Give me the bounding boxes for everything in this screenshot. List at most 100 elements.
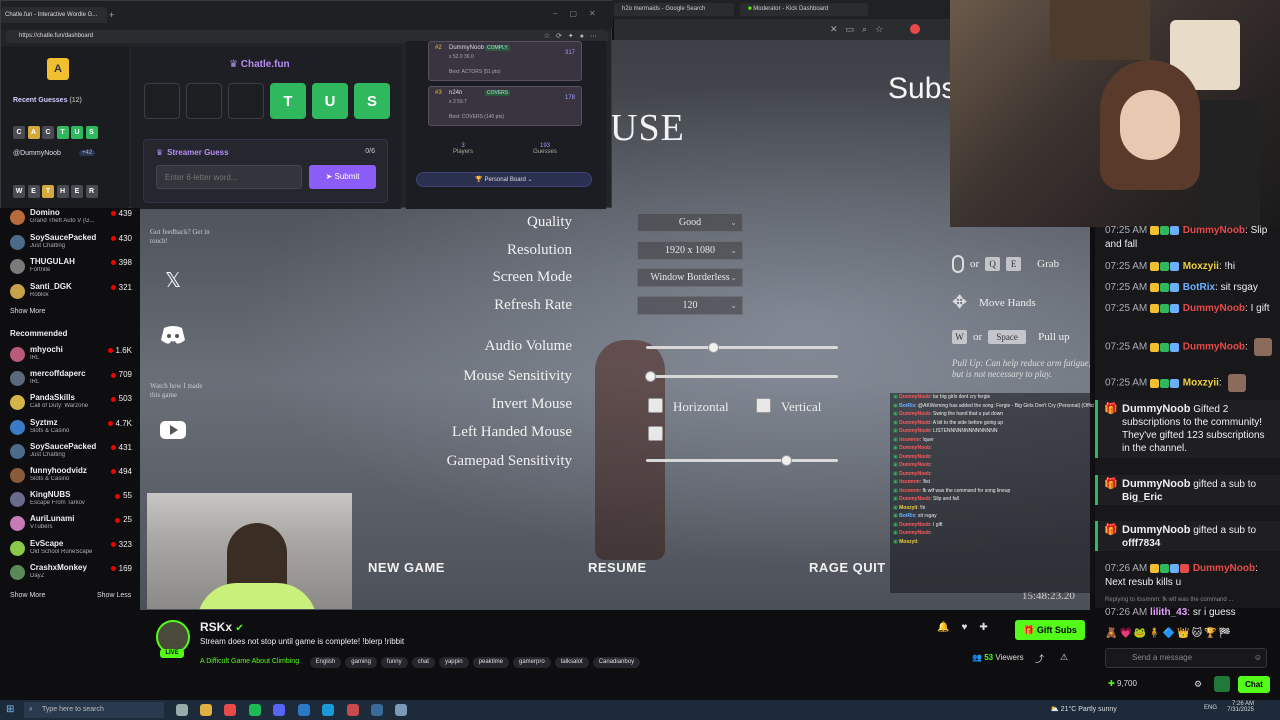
- event-username[interactable]: DummyNoob: [1122, 478, 1190, 490]
- sidebar-channel[interactable]: KingNUBS Escape From Tarkov 55: [10, 490, 136, 512]
- chat-input[interactable]: Send a message ☺: [1105, 648, 1267, 668]
- stream-tag[interactable]: yappin: [438, 657, 469, 668]
- app-icon-2[interactable]: [395, 704, 407, 716]
- kick-logo-icon[interactable]: [1214, 676, 1230, 692]
- event-username[interactable]: DummyNoob: [1122, 403, 1190, 415]
- sidebar-channel[interactable]: funnyhoodvidz Slots & Casino 494: [10, 466, 136, 488]
- chat-username[interactable]: DummyNoob: [1180, 225, 1245, 236]
- rage-quit-button[interactable]: RAGE QUIT: [809, 560, 886, 575]
- share-icon[interactable]: ⤴: [1035, 652, 1044, 665]
- invert-vertical-checkbox[interactable]: [756, 398, 771, 413]
- resume-button[interactable]: RESUME: [588, 560, 647, 575]
- show-more-link[interactable]: Show More: [10, 308, 45, 315]
- emote-bar[interactable]: 🧸💗🐸🧍🔷👑🐱🏆🏁: [1105, 628, 1233, 639]
- event-username[interactable]: DummyNoob: [1122, 524, 1190, 536]
- stream-tag[interactable]: talksalot: [554, 657, 589, 668]
- sidebar-channel[interactable]: Domino Grand Theft Auto V (G... 439: [10, 208, 136, 230]
- screen-mode-select[interactable]: Window Borderless ⌄: [637, 268, 743, 287]
- stream-tag[interactable]: peaktime: [472, 657, 509, 668]
- app-icon[interactable]: [298, 704, 310, 716]
- chat-username[interactable]: DummyNoob: [1180, 342, 1245, 353]
- chat-username[interactable]: Moxzyii: [1180, 261, 1219, 272]
- file-explorer-icon[interactable]: [200, 704, 212, 716]
- gamepad-sensitivity-slider[interactable]: [646, 455, 838, 466]
- obs-icon[interactable]: [347, 704, 359, 716]
- stream-tag[interactable]: Canadianboy: [592, 657, 641, 668]
- event-target[interactable]: offf7834: [1122, 538, 1160, 549]
- sidebar-channel[interactable]: CrashxMonkey DayZ 169: [10, 563, 136, 585]
- submit-button[interactable]: ➤ Submit: [309, 165, 376, 189]
- event-target[interactable]: Big_Eric: [1122, 492, 1163, 503]
- taskbar-search[interactable]: ⌕ Type here to search: [24, 702, 164, 718]
- clock[interactable]: 7:26 AM 7/31/2025: [1226, 701, 1254, 713]
- stream-tag[interactable]: chat: [411, 657, 435, 668]
- chat-username[interactable]: DummyNoob: [1180, 303, 1245, 314]
- sidebar-channel[interactable]: EvScape Old School RuneScape 323: [10, 539, 136, 561]
- sidebar-channel[interactable]: THUGULAH Fortnite 398: [10, 257, 136, 279]
- chat-send-button[interactable]: Chat: [1238, 676, 1270, 693]
- x-social-icon[interactable]: 𝕏: [158, 265, 188, 295]
- sidebar-channel[interactable]: Santi_DGK Roblox 321: [10, 282, 136, 304]
- mouse-sensitivity-slider[interactable]: [644, 371, 838, 382]
- streamer-name[interactable]: RSKx ✔: [200, 620, 244, 634]
- slider-knob[interactable]: [644, 371, 656, 382]
- discord-icon[interactable]: [158, 320, 188, 350]
- tab-kick-dashboard[interactable]: ■ Moderator - Kick Dashboard: [740, 3, 868, 16]
- sidebar-channel[interactable]: mhyochi IRL 1.6K: [10, 345, 136, 367]
- profile-icon[interactable]: [910, 24, 920, 34]
- leaderboard-badge: COVERS: [485, 90, 511, 96]
- emoji-icon[interactable]: ☺: [1254, 649, 1262, 667]
- show-more-link-2[interactable]: Show More: [10, 592, 45, 599]
- stream-category[interactable]: A Difficult Game About Climbing: [200, 658, 299, 665]
- channel-game: Roblox: [30, 291, 49, 298]
- leaderboard-name: DummyNoob: [449, 45, 485, 51]
- chat-username[interactable]: BotRix: [1180, 282, 1215, 293]
- spotify-icon[interactable]: [249, 704, 261, 716]
- audio-volume-slider[interactable]: [646, 342, 838, 353]
- overlay-chat-line: ▣ DummyNoob:: [890, 444, 1094, 453]
- weather-widget[interactable]: ⛅ 21°C Partly sunny: [1050, 705, 1117, 713]
- quality-select[interactable]: Good ⌄: [637, 213, 743, 232]
- sidebar-channel[interactable]: SoySaucePacked Just Chatting 430: [10, 233, 136, 255]
- stream-tag[interactable]: gaming: [345, 657, 377, 668]
- tab-chatle[interactable]: Chatle.fun - Interactive Wordle G...: [1, 7, 107, 23]
- chat-username[interactable]: Moxzyii: [1180, 378, 1219, 389]
- leaderboard-entry[interactable]: #2 DummyNoob COMPLY x 52.0 36.0 317 Best: ACT…: [428, 41, 582, 81]
- settings-gear-icon[interactable]: ⚙: [1194, 679, 1202, 690]
- browser-icon[interactable]: [224, 704, 236, 716]
- channel-name: Syztmz: [30, 417, 58, 427]
- leaderboard-entry[interactable]: #3 n24n COVERS x 3 59.7 178 Best: COVERS (140…: [428, 86, 582, 126]
- stream-tag[interactable]: funny: [380, 657, 408, 668]
- refresh-rate-select[interactable]: 120 ⌄: [637, 296, 743, 315]
- youtube-icon[interactable]: [158, 415, 188, 445]
- stream-tag[interactable]: English: [309, 657, 342, 668]
- left-handed-checkbox[interactable]: [648, 426, 663, 441]
- sidebar-channel[interactable]: Syztmz Slots & Casino 4.7K: [10, 418, 136, 440]
- language-indicator[interactable]: ENG: [1204, 705, 1217, 711]
- personal-board-button[interactable]: 🏆 Personal Board ⌄: [416, 172, 592, 187]
- show-less-link[interactable]: Show Less: [97, 592, 131, 599]
- chat-message: 07:25 AM DummyNoob: Slip and fall: [1105, 224, 1275, 252]
- action-icons[interactable]: 🔔♥✚: [937, 622, 1000, 633]
- discord-taskbar-icon[interactable]: [273, 704, 285, 716]
- edge-icon[interactable]: [322, 704, 334, 716]
- guess-input[interactable]: [156, 165, 302, 189]
- sidebar-channel[interactable]: SoySaucePacked Just Chatting 431: [10, 442, 136, 464]
- sidebar-channel[interactable]: PandaSkills Call of Duty: Warzone 503: [10, 393, 136, 415]
- report-icon[interactable]: ⚠: [1060, 652, 1068, 663]
- sidebar-channel[interactable]: mercoffdaperc IRL 709: [10, 369, 136, 391]
- stream-tag[interactable]: gamerpro: [513, 657, 551, 668]
- channel-points[interactable]: ✚ 9,700: [1108, 679, 1137, 688]
- windows-start-icon[interactable]: ⊞: [6, 704, 14, 715]
- window-controls[interactable]: –▢✕: [553, 9, 608, 18]
- sidebar-channel[interactable]: AuriLunami VTubers 25: [10, 514, 136, 536]
- gift-subs-button[interactable]: 🎁 Gift Subs: [1015, 620, 1085, 640]
- steam-icon[interactable]: [371, 704, 383, 716]
- tab-google-search[interactable]: h2o mermaids - Google Search: [614, 3, 734, 16]
- browser-toolbar-icons[interactable]: ✕▭⌕☆: [830, 24, 891, 35]
- new-tab-icon[interactable]: +: [109, 10, 114, 20]
- new-game-button[interactable]: NEW GAME: [368, 560, 445, 575]
- resolution-select[interactable]: 1920 x 1080 ⌄: [637, 241, 743, 260]
- invert-horizontal-checkbox[interactable]: [648, 398, 663, 413]
- task-view-icon[interactable]: [176, 704, 188, 716]
